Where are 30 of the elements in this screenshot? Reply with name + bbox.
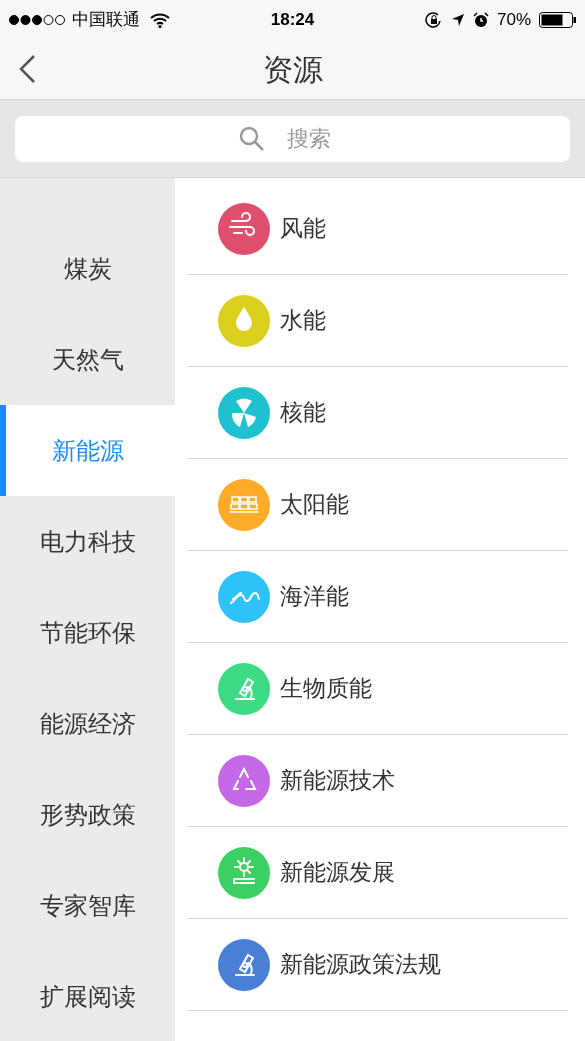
category-tab[interactable]: 天然气 [0, 314, 175, 405]
list-item[interactable]: 风能 [187, 183, 568, 275]
list-item[interactable]: 新能源发展 [187, 827, 568, 919]
list-item[interactable]: 新能源技术 [187, 735, 568, 827]
back-icon [18, 54, 36, 84]
page-title: 资源 [262, 52, 323, 88]
signal-icon [8, 14, 66, 26]
list-item[interactable]: 太阳能 [187, 459, 568, 551]
rotation-lock-icon [424, 11, 443, 29]
category-tab[interactable]: 能源经济 [0, 678, 175, 769]
list-item[interactable]: 生物质能 [187, 643, 568, 735]
category-tab[interactable]: 专家智库 [0, 860, 175, 951]
category-tab[interactable]: 形势政策 [0, 769, 175, 860]
carrier: 中国联通 [72, 9, 140, 32]
battery-percent: 70% [496, 9, 531, 32]
category-tab[interactable]: 电力科技 [0, 496, 175, 587]
category-tab[interactable]: 扩展阅读 [0, 951, 175, 1041]
list-item[interactable]: 新能源政策法规 [187, 919, 568, 1011]
battery-icon [539, 12, 577, 28]
list-item[interactable]: 水能 [187, 275, 568, 367]
alarm-icon [472, 12, 489, 28]
location-icon [450, 13, 465, 27]
category-tab[interactable]: 节能环保 [0, 587, 175, 678]
wifi-icon [150, 12, 170, 28]
search-icon [239, 125, 265, 152]
category-tab[interactable]: 煤炭 [0, 223, 175, 314]
clock: 18:24 [270, 9, 315, 32]
list-item[interactable]: 海洋能 [187, 551, 568, 643]
list-item[interactable]: 核能 [187, 367, 568, 459]
search-field[interactable]: 搜索 [15, 115, 570, 162]
